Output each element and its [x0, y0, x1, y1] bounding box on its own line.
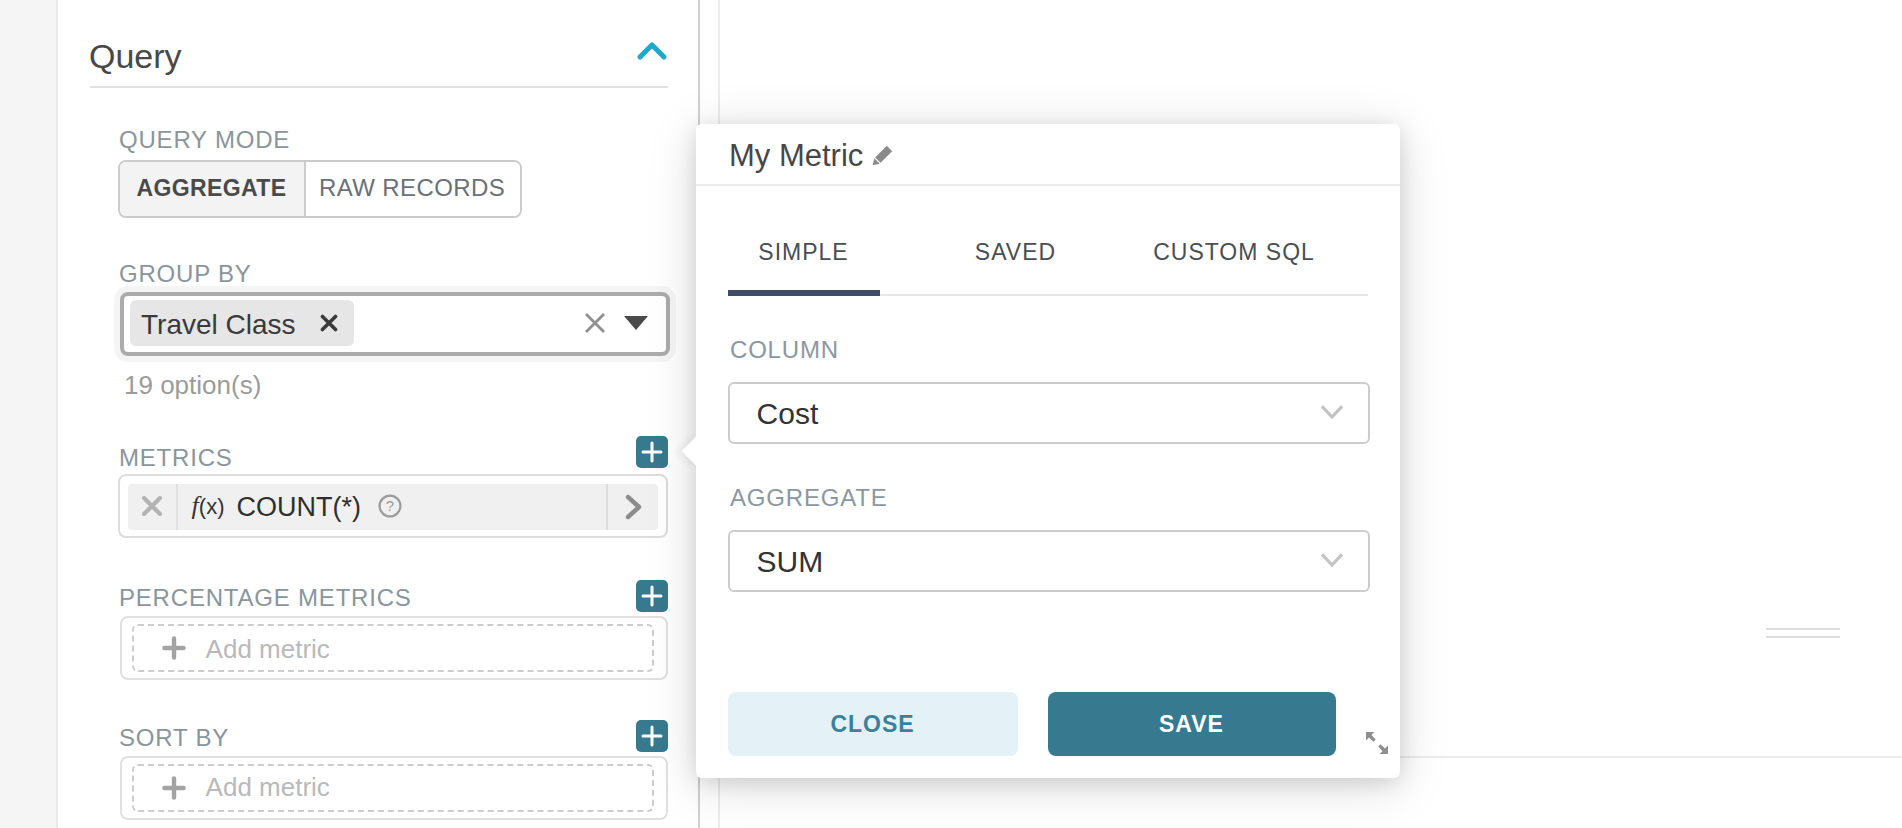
svg-text:?: ?: [385, 497, 393, 514]
